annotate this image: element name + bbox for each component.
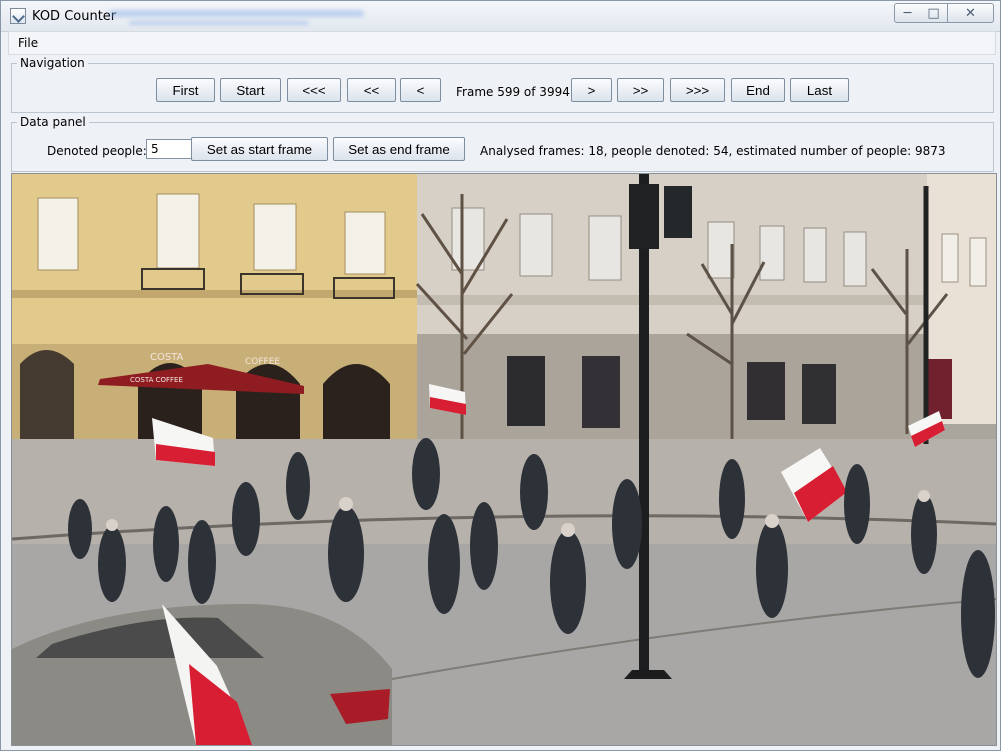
marcher-head (918, 490, 930, 502)
costa-sign: COSTA (150, 352, 184, 363)
window (843, 231, 867, 287)
marcher (520, 454, 548, 530)
window (588, 215, 622, 281)
frame-counter: Frame 599 of 3994 (456, 85, 570, 99)
data-panel-title: Data panel (17, 115, 89, 129)
maximize-icon: □ (927, 5, 940, 21)
marcher (470, 502, 498, 590)
app-icon (10, 8, 26, 24)
marcher (428, 514, 460, 614)
marcher (153, 506, 179, 582)
marcher (719, 459, 745, 539)
street-scene: COSTA COFFEE COSTA COFFEE (12, 174, 996, 745)
marcher-head (765, 514, 779, 528)
marcher (756, 520, 788, 618)
marcher (844, 464, 870, 544)
shop-window (747, 362, 785, 420)
menu-bar: File (8, 31, 996, 55)
close-button[interactable]: ✕ (948, 3, 994, 23)
marcher (68, 499, 92, 559)
marcher (412, 438, 440, 510)
marcher (286, 452, 310, 520)
set-start-frame-button[interactable]: Set as start frame (191, 137, 328, 161)
window (253, 203, 297, 271)
end-button[interactable]: End (731, 78, 785, 102)
shop-window (582, 356, 620, 428)
marcher (961, 550, 995, 678)
window (451, 207, 485, 271)
first-button[interactable]: First (156, 78, 215, 102)
navigation-panel: Navigation First Start <<< << < Frame 59… (11, 56, 994, 113)
title-bar[interactable]: KOD Counter ─ □ ✕ (1, 1, 1000, 32)
window (37, 197, 79, 271)
video-frame: COSTA COFFEE COSTA COFFEE (11, 173, 997, 746)
marcher (328, 506, 364, 602)
forward-one-button[interactable]: > (571, 78, 612, 102)
marcher (188, 520, 216, 604)
marcher (612, 479, 642, 569)
traffic-light (664, 186, 692, 238)
window (519, 213, 553, 277)
window (759, 225, 785, 281)
shop-window (507, 356, 545, 426)
window (969, 237, 987, 287)
close-icon: ✕ (965, 5, 976, 21)
back-large-button[interactable]: <<< (287, 78, 341, 102)
window (707, 221, 735, 279)
minimize-icon: ─ (903, 5, 912, 21)
traffic-light (629, 184, 659, 249)
set-end-frame-button[interactable]: Set as end frame (333, 137, 465, 161)
denoted-people-input[interactable] (146, 139, 196, 159)
grey-building-ground-floor (417, 334, 927, 439)
start-button[interactable]: Start (220, 78, 281, 102)
blurred-title-overlay (109, 10, 364, 17)
marcher-head (561, 523, 575, 537)
costa-coffee-awning-text: COSTA COFFEE (130, 376, 183, 384)
menu-file[interactable]: File (18, 36, 38, 50)
marcher (232, 482, 260, 556)
marcher (550, 530, 586, 634)
last-button[interactable]: Last (790, 78, 849, 102)
maximize-button[interactable]: □ (920, 3, 948, 23)
window (941, 233, 959, 283)
coffee-sign: COFFEE (245, 357, 280, 367)
forward-large-button[interactable]: >>> (670, 78, 725, 102)
window (803, 227, 827, 283)
shop-window (802, 364, 836, 424)
marcher-head (339, 497, 353, 511)
window-title: KOD Counter (32, 9, 117, 24)
window (156, 193, 200, 269)
data-panel: Data panel Denoted people: Set as start … (11, 115, 994, 172)
marcher-head (106, 519, 118, 531)
minimize-button[interactable]: ─ (894, 3, 921, 23)
window (344, 211, 386, 275)
analysis-status: Analysed frames: 18, people denoted: 54,… (480, 144, 946, 158)
marcher (98, 526, 126, 602)
back-medium-button[interactable]: << (347, 78, 396, 102)
blurred-title-overlay-secondary (129, 21, 309, 25)
lamp-base (624, 670, 672, 679)
denoted-people-label: Denoted people: (47, 144, 147, 158)
back-one-button[interactable]: < (400, 78, 441, 102)
app-window: KOD Counter ─ □ ✕ File Navigation First … (0, 0, 1001, 751)
shop-sign (928, 359, 952, 419)
forward-medium-button[interactable]: >> (617, 78, 664, 102)
marcher (911, 494, 937, 574)
navigation-panel-title: Navigation (17, 56, 88, 70)
